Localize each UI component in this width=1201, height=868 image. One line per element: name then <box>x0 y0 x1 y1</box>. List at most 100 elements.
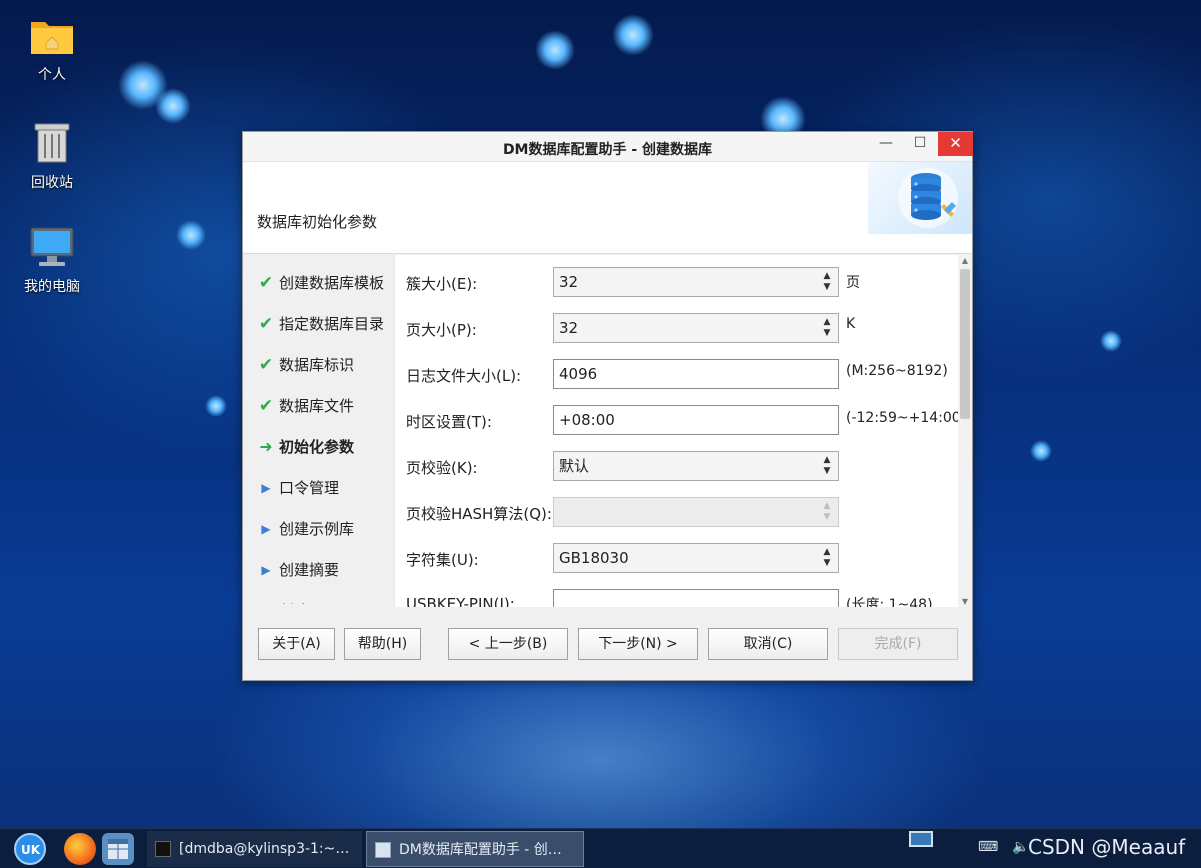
show-desktop-icon[interactable] <box>909 831 933 847</box>
finish-button[interactable]: 完成(F) <box>838 628 958 660</box>
window-titlebar[interactable]: DM数据库配置助手 - 创建数据库 — ☐ ✕ <box>243 132 973 162</box>
step-label: 数据库标识 <box>279 356 355 374</box>
extent-size-unit: 页 <box>846 275 860 291</box>
time-zone-label: 时区设置(T): <box>406 413 492 431</box>
step-item: ✔ 数据库标识 <box>253 344 393 385</box>
page-check-hash-select[interactable]: ▲ ▼ <box>553 497 839 527</box>
svg-text:UK: UK <box>21 843 41 857</box>
kylin-logo-icon: UK <box>21 843 41 857</box>
page-size-select[interactable]: 32 ▲ ▼ <box>553 313 839 343</box>
spinner-arrows-icon: ▲ ▼ <box>823 501 831 522</box>
page-size-unit: K <box>846 316 856 332</box>
charset-label: 字符集(U): <box>406 551 479 569</box>
log-size-hint: (M:256~8192) <box>846 363 948 379</box>
taskbar-item-label: [dmdba@kylinsp3-1:~… <box>179 841 350 857</box>
background-glow <box>612 14 654 56</box>
log-size-input[interactable]: 4096 <box>553 359 839 389</box>
spinner-arrows-icon: ▲ ▼ <box>823 547 831 568</box>
database-logo <box>868 162 972 234</box>
taskbar-item-label: DM数据库配置助手 - 创… <box>399 842 562 858</box>
page-size-value: 32 <box>559 319 579 337</box>
time-zone-row: 时区设置(T): +08:00 (-12:59~+14:00) <box>395 405 958 435</box>
step-item: ▶创建 <box>253 590 393 604</box>
database-icon <box>898 168 958 228</box>
dm-config-window: DM数据库配置助手 - 创建数据库 — ☐ ✕ 数据库初始化参数 ✔ 创建数据库… <box>242 131 973 681</box>
next-button[interactable]: 下一步(N) > <box>578 628 698 660</box>
charset-value: GB18030 <box>559 549 629 567</box>
form-scrollbar[interactable]: ▲ ▼ <box>958 255 972 607</box>
check-icon: ✔ <box>258 354 274 375</box>
trash-icon <box>34 123 70 163</box>
background-glow <box>155 88 191 124</box>
background-glow <box>1100 330 1122 352</box>
firefox-icon[interactable] <box>64 833 96 865</box>
desktop-icon-computer[interactable]: 我的电脑 <box>12 226 92 296</box>
close-button[interactable]: ✕ <box>938 132 973 156</box>
triangle-right-icon: ▶ <box>261 480 271 495</box>
params-form: 簇大小(E): 32 ▲ ▼ 页 页大小(P): 32 ▲ ▼ K 日志文件大小(L… <box>394 255 958 607</box>
start-menu-button[interactable]: UK <box>14 833 46 865</box>
about-button[interactable]: 关于(A) <box>258 628 335 660</box>
charset-row: 字符集(U): GB18030 ▲ ▼ <box>395 543 958 573</box>
desktop-icon-home[interactable]: 个人 <box>12 16 92 84</box>
background-glow <box>535 30 575 70</box>
step-item-current: ➜ 初始化参数 <box>253 426 393 467</box>
minimize-button[interactable]: — <box>869 132 903 156</box>
triangle-right-icon: ▶ <box>261 562 271 577</box>
step-item: ✔ 数据库文件 <box>253 385 393 426</box>
desktop-icon-label: 回收站 <box>31 175 73 191</box>
taskbar-item-dm-config[interactable]: DM数据库配置助手 - 创… <box>366 831 584 867</box>
cancel-button[interactable]: 取消(C) <box>708 628 828 660</box>
page-check-hash-row: 页校验HASH算法(Q): ▲ ▼ <box>395 497 958 527</box>
watermark: CSDN @Meaauf <box>1028 835 1186 859</box>
terminal-icon <box>155 841 171 857</box>
scroll-down-icon[interactable]: ▼ <box>958 597 972 606</box>
step-item: ✔ 创建数据库模板 <box>253 262 393 303</box>
arrow-right-icon: ➜ <box>259 437 273 456</box>
file-manager-icon[interactable] <box>102 833 134 865</box>
wizard-steps: ✔ 创建数据库模板 ✔ 指定数据库目录 ✔ 数据库标识 ✔ 数据库文件 ➜ 初始化参数 ▶… <box>253 262 393 605</box>
taskbar: UK [dmdba@kylinsp3-1:~… DM数据库配置助手 - 创… ⌨… <box>0 828 1201 868</box>
desktop-icon-trash[interactable]: 回收站 <box>12 120 92 192</box>
check-icon: ✔ <box>258 272 274 293</box>
step-item: ▶ 创建摘要 <box>253 549 393 590</box>
extent-size-row: 簇大小(E): 32 ▲ ▼ 页 <box>395 267 958 297</box>
page-title: 数据库初始化参数 <box>257 213 378 231</box>
extent-size-select[interactable]: 32 ▲ ▼ <box>553 267 839 297</box>
triangle-right-icon: ▶ <box>253 604 279 605</box>
step-label: 数据库文件 <box>279 397 355 415</box>
taskbar-item-terminal[interactable]: [dmdba@kylinsp3-1:~… <box>147 831 362 867</box>
maximize-button[interactable]: ☐ <box>903 132 937 156</box>
page-check-select[interactable]: 默认 ▲ ▼ <box>553 451 839 481</box>
check-icon: ✔ <box>258 395 274 416</box>
volume-icon[interactable]: 🔈 <box>1012 839 1029 855</box>
charset-select[interactable]: GB18030 ▲ ▼ <box>553 543 839 573</box>
app-icon <box>375 842 391 858</box>
usbkey-pin-input[interactable] <box>553 589 839 607</box>
step-label: 创建摘要 <box>279 561 340 579</box>
step-label: 初始化参数 <box>279 438 355 456</box>
background-glow <box>176 220 206 250</box>
check-icon: ✔ <box>258 313 274 334</box>
background-glow <box>205 395 227 417</box>
time-zone-input[interactable]: +08:00 <box>553 405 839 435</box>
spinner-arrows-icon: ▲ ▼ <box>823 455 831 476</box>
wizard-header: 数据库初始化参数 <box>243 162 972 254</box>
scrollbar-thumb[interactable] <box>960 269 970 419</box>
step-item: ✔ 指定数据库目录 <box>253 303 393 344</box>
keyboard-icon[interactable]: ⌨ <box>978 839 998 855</box>
page-size-row: 页大小(P): 32 ▲ ▼ K <box>395 313 958 343</box>
page-check-value: 默认 <box>559 457 590 475</box>
help-button[interactable]: 帮助(H) <box>344 628 421 660</box>
step-label: 创建 <box>279 600 309 604</box>
step-label: 指定数据库目录 <box>279 315 385 333</box>
computer-icon <box>30 227 74 266</box>
step-item: ▶ 创建示例库 <box>253 508 393 549</box>
extent-size-label: 簇大小(E): <box>406 275 478 293</box>
scroll-up-icon[interactable]: ▲ <box>958 256 972 265</box>
extent-size-value: 32 <box>559 273 579 291</box>
window-title: DM数据库配置助手 - 创建数据库 <box>502 142 713 158</box>
step-label: 创建数据库模板 <box>279 274 385 292</box>
back-button[interactable]: < 上一步(B) <box>448 628 568 660</box>
log-size-row: 日志文件大小(L): 4096 (M:256~8192) <box>395 359 958 389</box>
